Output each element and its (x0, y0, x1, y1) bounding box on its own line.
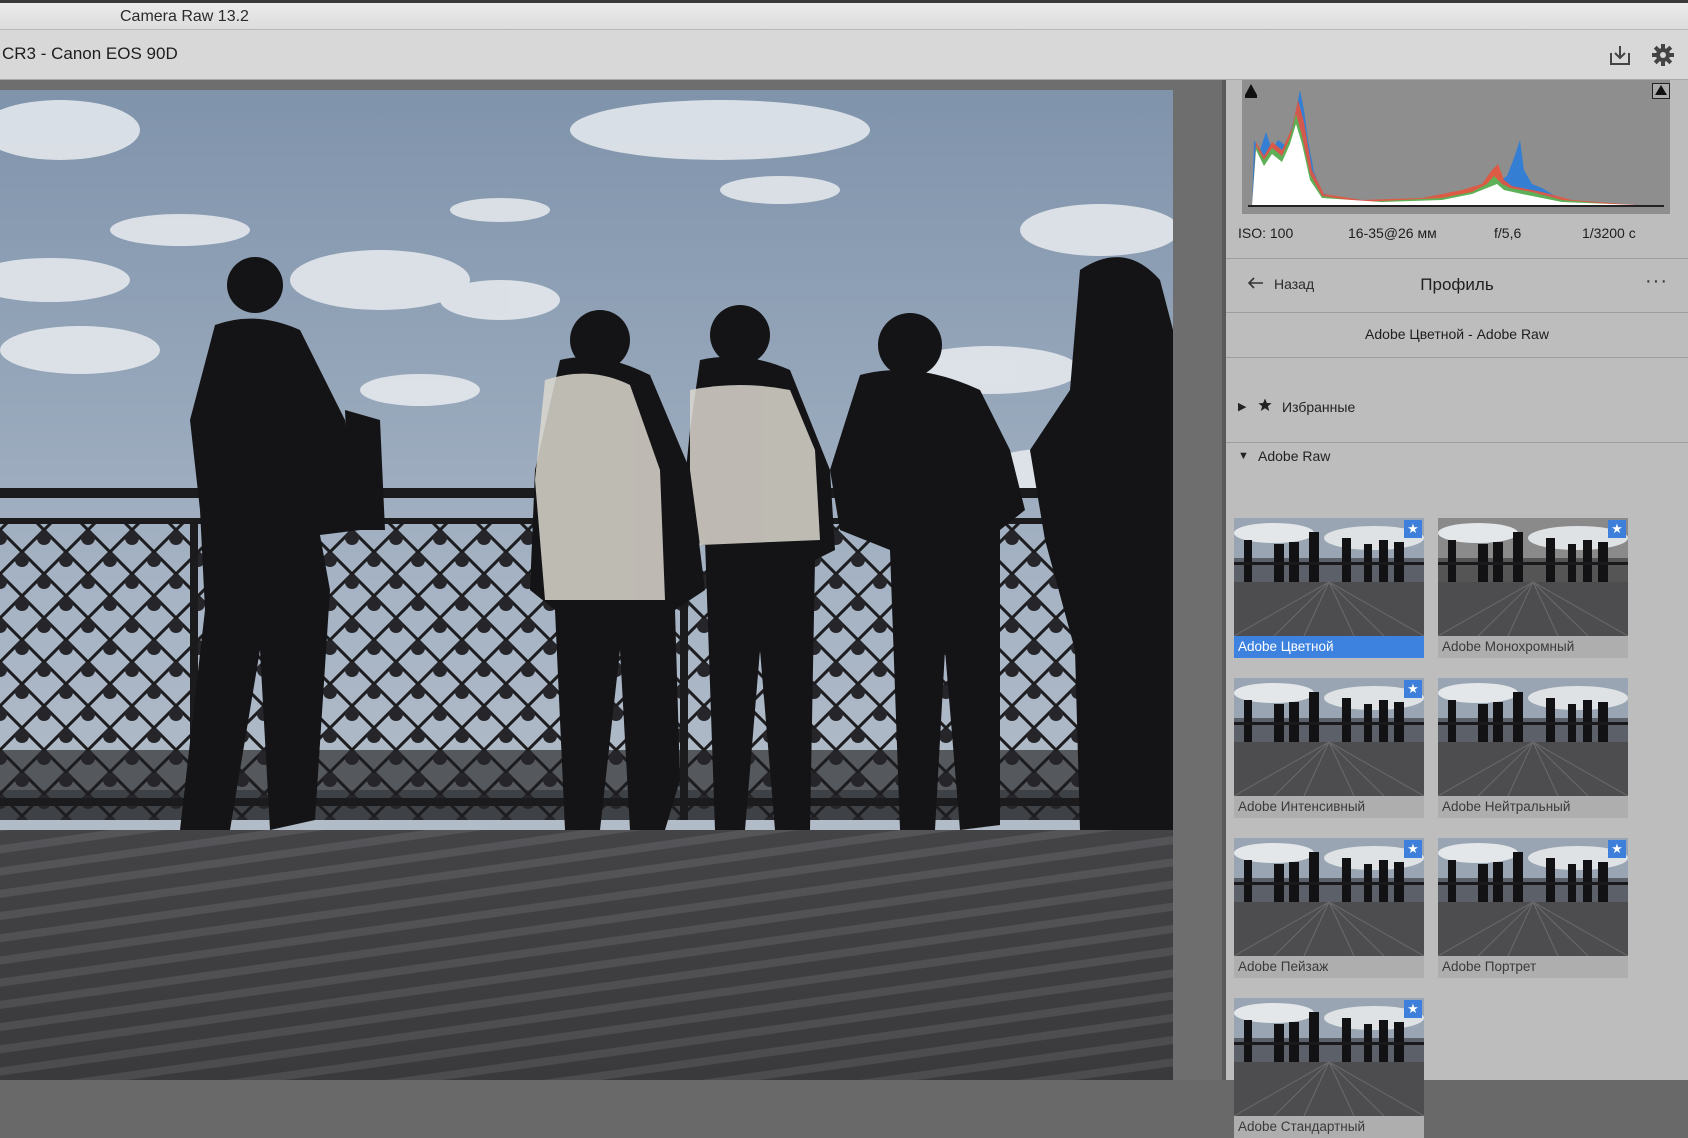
save-icon[interactable] (1607, 42, 1633, 68)
profile-thumbnail[interactable]: ★ Adobe Монохромный (1438, 518, 1628, 658)
profile-preview-image (1234, 518, 1424, 636)
separator (1226, 357, 1688, 358)
image-canvas[interactable] (0, 80, 1226, 1080)
star-icon (1258, 398, 1272, 415)
panel-title: Профиль (1420, 275, 1494, 294)
profile-preview-image (1234, 838, 1424, 956)
profile-thumbnail[interactable]: ★ Adobe Стандартный (1234, 998, 1424, 1138)
iso-value: ISO: 100 (1238, 225, 1294, 241)
right-panel: ISO: 100 16-35@26 мм f/5,6 1/3200 с Наза… (1226, 80, 1688, 1138)
separator (1226, 258, 1688, 259)
window-title: Camera Raw 13.2 (120, 8, 249, 25)
profile-name: Adobe Стандартный (1234, 1116, 1424, 1138)
aperture-value: f/5,6 (1494, 225, 1522, 241)
favorite-star-icon[interactable]: ★ (1404, 520, 1422, 538)
current-profile: Adobe Цветной - Adobe Raw (1365, 326, 1549, 342)
profile-thumbnail[interactable]: Adobe Нейтральный (1438, 678, 1628, 818)
more-options-button[interactable]: ··· (1645, 270, 1668, 293)
histogram (1242, 80, 1670, 214)
profile-name: Adobe Нейтральный (1438, 796, 1628, 818)
disclosure-down-icon: ▼ (1238, 450, 1249, 462)
separator (1226, 442, 1688, 443)
shutter-value: 1/3200 с (1582, 225, 1636, 241)
profile-preview-image (1438, 678, 1628, 796)
profile-name: Adobe Портрет (1438, 956, 1628, 978)
highlight-clipping-icon[interactable] (1652, 83, 1670, 99)
profile-name: Adobe Пейзаж (1234, 956, 1424, 978)
profile-thumbnail[interactable]: ★ Adobe Интенсивный (1234, 678, 1424, 818)
favorite-star-icon[interactable]: ★ (1404, 680, 1422, 698)
profile-name: Adobe Цветной (1234, 636, 1424, 658)
profile-preview-image (1234, 678, 1424, 796)
profile-thumbnail[interactable]: ★ Adobe Пейзаж (1234, 838, 1424, 978)
photo-preview[interactable] (0, 90, 1173, 1080)
profile-preview-image (1438, 518, 1628, 636)
favorite-star-icon[interactable]: ★ (1608, 520, 1626, 538)
group-favorites[interactable]: ▶ Избранные (1238, 398, 1355, 415)
shadow-clipping-icon[interactable] (1242, 83, 1260, 99)
profile-name: Adobe Интенсивный (1234, 796, 1424, 818)
file-name: CR3 - Canon EOS 90D (2, 44, 178, 63)
profile-preview-image (1234, 998, 1424, 1116)
favorite-star-icon[interactable]: ★ (1404, 1000, 1422, 1018)
lens-value: 16-35@26 мм (1348, 225, 1437, 241)
profile-thumbnail[interactable]: ★ Adobe Портрет (1438, 838, 1628, 978)
profile-name: Adobe Монохромный (1438, 636, 1628, 658)
disclosure-right-icon: ▶ (1238, 401, 1247, 413)
group-label: Избранные (1282, 398, 1356, 415)
group-adobe-raw[interactable]: ▼ Adobe Raw (1238, 448, 1330, 464)
gear-icon[interactable] (1650, 42, 1676, 68)
exif-info: ISO: 100 16-35@26 мм f/5,6 1/3200 с (1238, 225, 1678, 245)
favorite-star-icon[interactable]: ★ (1608, 840, 1626, 858)
title-bar: Camera Raw 13.2 (0, 0, 1688, 30)
favorite-star-icon[interactable]: ★ (1404, 840, 1422, 858)
profile-thumbnail[interactable]: ★ Adobe Цветной (1234, 518, 1424, 658)
group-label: Adobe Raw (1258, 448, 1331, 464)
file-bar: CR3 - Canon EOS 90D (0, 30, 1688, 80)
profile-preview-image (1438, 838, 1628, 956)
profile-nav: Назад Профиль ··· (1226, 260, 1688, 312)
